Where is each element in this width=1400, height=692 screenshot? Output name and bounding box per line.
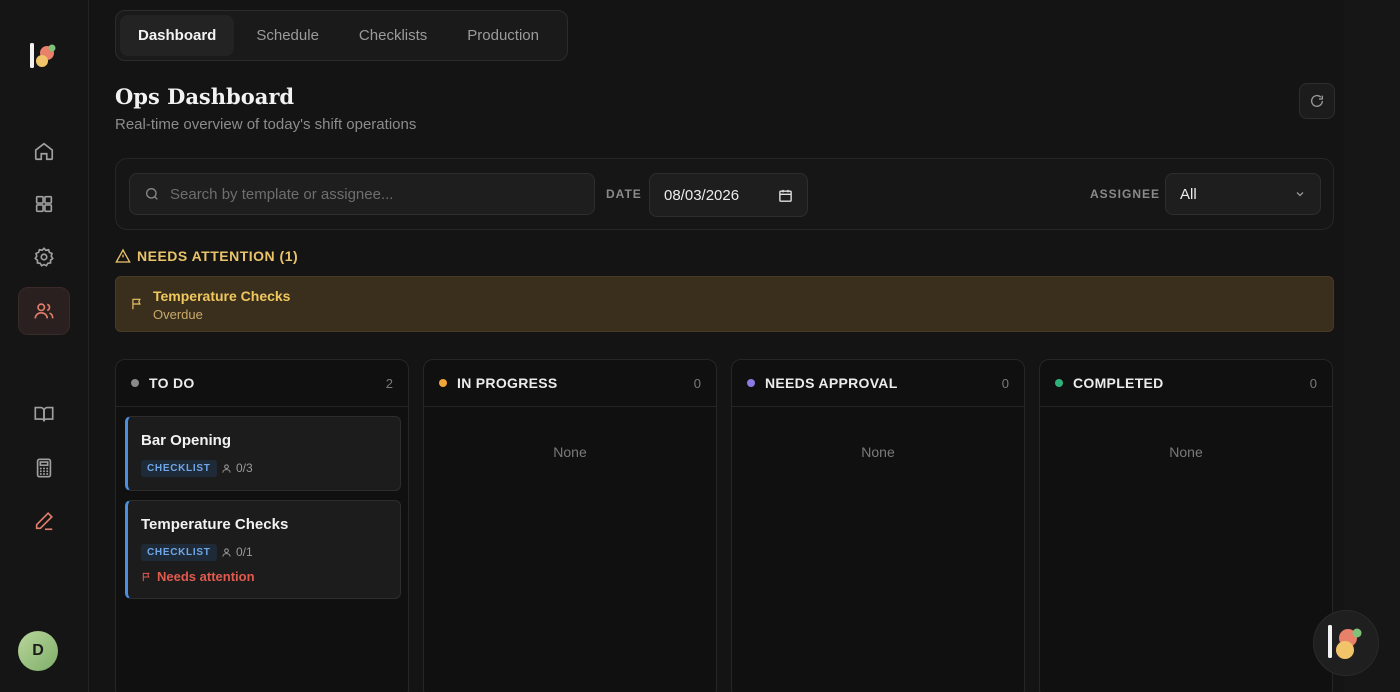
assignee-progress: 0/1 <box>221 545 253 559</box>
card-title: Temperature Checks <box>141 516 289 533</box>
tab-checklists[interactable]: Checklists <box>341 15 445 56</box>
sidebar-item-docs[interactable] <box>18 390 70 438</box>
tab-schedule[interactable]: Schedule <box>238 15 337 56</box>
column-completed: COMPLETED 0 None <box>1039 359 1333 692</box>
search-box[interactable] <box>129 173 595 215</box>
top-tabs: Dashboard Schedule Checklists Production <box>115 10 568 61</box>
needs-attention-heading: NEEDS ATTENTION (1) <box>115 248 298 264</box>
search-input[interactable] <box>170 185 570 203</box>
attention-item[interactable]: Temperature Checks Overdue <box>115 276 1334 332</box>
assistant-launcher-button[interactable] <box>1313 610 1379 676</box>
tab-dashboard[interactable]: Dashboard <box>120 15 235 56</box>
date-field[interactable]: 08/03/2026 <box>649 173 808 217</box>
assignee-label: ASSIGNEE <box>1090 187 1161 201</box>
tab-production[interactable]: Production <box>449 15 557 56</box>
column-count: 0 <box>1001 375 1009 391</box>
app-logo[interactable] <box>28 40 58 72</box>
sidebar-item-team[interactable] <box>18 287 70 335</box>
assignee-progress: 0/3 <box>221 461 253 475</box>
sidebar-item-settings[interactable] <box>18 233 70 281</box>
status-dot <box>747 379 755 387</box>
column-count: 2 <box>385 375 393 391</box>
user-icon <box>222 547 231 557</box>
filter-bar: DATE 08/03/2026 ASSIGNEE All <box>115 158 1334 230</box>
status-dot <box>1055 379 1063 387</box>
flag-icon <box>142 572 150 581</box>
app-logo-icon <box>1328 625 1362 659</box>
column-count: 0 <box>1309 375 1317 391</box>
column-header: TO DO 2 <box>116 360 408 407</box>
card-title: Bar Opening <box>141 432 232 449</box>
avatar[interactable]: D <box>18 631 58 671</box>
gear-icon <box>34 247 54 267</box>
sidebar-item-home[interactable] <box>18 127 70 175</box>
column-count: 0 <box>693 375 701 391</box>
column-title: COMPLETED <box>1073 375 1164 391</box>
search-icon <box>146 188 158 200</box>
page-title: Ops Dashboard <box>115 84 295 109</box>
grid-icon <box>35 195 53 213</box>
empty-state: None <box>861 444 895 460</box>
sidebar-item-edit[interactable] <box>18 497 70 545</box>
assignee-select[interactable]: All <box>1165 173 1321 215</box>
users-icon <box>34 303 54 319</box>
calendar-icon[interactable] <box>778 188 793 203</box>
needs-attention-alert: Needs attention <box>141 569 255 584</box>
book-icon <box>34 406 54 422</box>
column-todo: TO DO 2 Bar Opening CHECKLIST 0/3 Temper… <box>115 359 409 692</box>
date-label: DATE <box>606 187 642 201</box>
attention-item-title: Temperature Checks <box>153 288 291 304</box>
main-content: Dashboard Schedule Checklists Production… <box>89 0 1344 692</box>
empty-state: None <box>1169 444 1203 460</box>
warning-icon <box>115 248 131 263</box>
task-card[interactable]: Temperature Checks CHECKLIST 0/1 Needs a… <box>125 500 401 599</box>
flag-icon <box>132 298 141 310</box>
attention-item-status: Overdue <box>153 307 203 322</box>
chevron-down-icon <box>1296 192 1304 197</box>
status-dot <box>439 379 447 387</box>
pen-icon <box>35 512 53 531</box>
refresh-icon <box>1311 94 1323 107</box>
column-in-progress: IN PROGRESS 0 None <box>423 359 717 692</box>
status-dot <box>131 379 139 387</box>
home-icon <box>34 142 54 161</box>
column-title: NEEDS APPROVAL <box>765 375 898 391</box>
column-title: TO DO <box>149 375 195 391</box>
column-header: IN PROGRESS 0 <box>424 360 716 407</box>
column-needs-approval: NEEDS APPROVAL 0 None <box>731 359 1025 692</box>
assignee-value: All <box>1180 185 1197 203</box>
type-badge: CHECKLIST <box>141 460 217 477</box>
column-header: COMPLETED 0 <box>1040 360 1332 407</box>
scroll-gutter <box>1344 0 1400 692</box>
type-badge: CHECKLIST <box>141 544 217 561</box>
sidebar: D <box>0 0 89 692</box>
task-card[interactable]: Bar Opening CHECKLIST 0/3 <box>125 416 401 491</box>
sidebar-item-calculator[interactable] <box>18 444 70 492</box>
date-value: 08/03/2026 <box>664 186 740 204</box>
column-title: IN PROGRESS <box>457 375 558 391</box>
column-header: NEEDS APPROVAL 0 <box>732 360 1024 407</box>
sidebar-item-apps[interactable] <box>18 180 70 228</box>
refresh-button[interactable] <box>1299 83 1335 119</box>
empty-state: None <box>553 444 587 460</box>
user-icon <box>222 463 231 473</box>
page-subtitle: Real-time overview of today's shift oper… <box>115 116 417 133</box>
calculator-icon <box>36 458 52 478</box>
